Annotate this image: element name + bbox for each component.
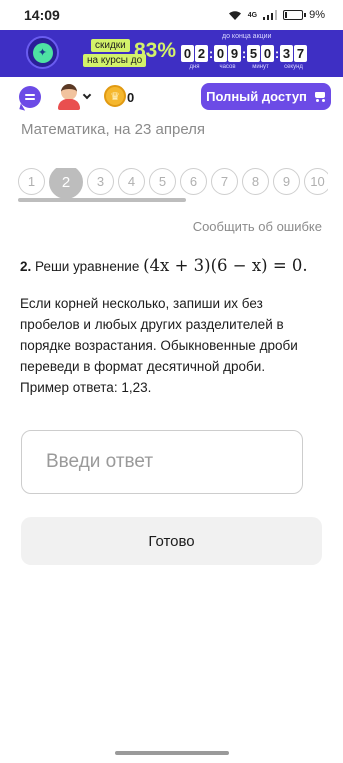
battery-percent: 9% — [309, 9, 325, 21]
full-access-button[interactable]: Полный доступ — [201, 83, 331, 110]
timer-label: дня — [189, 64, 200, 70]
timer-label: секунд — [284, 64, 303, 70]
timer-digit: 2 — [195, 45, 208, 62]
timer-digit: 0 — [181, 45, 194, 62]
timer-seconds: 3 7 секунд — [280, 45, 307, 70]
app-header: ♛ 0 Полный доступ — [0, 79, 343, 115]
question-prompt: Реши уравнение — [35, 259, 140, 274]
status-time: 14:09 — [24, 7, 60, 23]
full-access-label: Полный доступ — [206, 89, 307, 104]
question-instructions: Если корней несколько, запиши их без про… — [20, 296, 298, 395]
wifi-icon — [228, 10, 241, 20]
avatar[interactable] — [57, 84, 81, 110]
question-nav-item[interactable]: 3 — [87, 168, 114, 195]
promo-banner[interactable]: ✦ скидки на курсы до 83% до конца акции … — [0, 30, 343, 77]
timer-digit: 0 — [214, 45, 227, 62]
answer-input[interactable] — [21, 430, 303, 494]
question-nav-item[interactable]: 8 — [242, 168, 269, 195]
timer-days: 0 2 дня — [181, 45, 208, 70]
cart-icon — [313, 91, 326, 102]
report-error-link[interactable]: Сообщить об ошибке — [193, 219, 322, 234]
signal-icon — [263, 10, 278, 20]
countdown-timer: 0 2 дня : 0 9 часов : 5 0 минут : 3 7 се… — [181, 45, 307, 70]
status-icons: 4G 9% — [228, 9, 325, 21]
owl-logo-icon: ✦ — [26, 36, 59, 69]
timer-digit: 3 — [280, 45, 293, 62]
question-nav-item[interactable]: 9 — [273, 168, 300, 195]
network-type-icon: 4G — [247, 11, 258, 19]
battery-icon — [283, 10, 307, 20]
timer-minutes: 5 0 минут — [247, 45, 274, 70]
coin-icon[interactable]: ♛ — [104, 85, 126, 107]
timer-digit: 9 — [228, 45, 241, 62]
page-title: Математика, на 23 апреля — [21, 121, 206, 138]
timer-digit: 0 — [261, 45, 274, 62]
question-nav-item[interactable]: 6 — [180, 168, 207, 195]
question-text: 2. Реши уравнение (4x + 3)(6 − x) = 0. — [20, 256, 322, 277]
status-bar: 14:09 4G 9% — [0, 0, 343, 30]
timer-label: часов — [219, 64, 236, 70]
coin-count: 0 — [127, 90, 135, 105]
question-number: 2. — [20, 259, 32, 274]
question-nav-item[interactable]: 4 — [118, 168, 145, 195]
question-equation: (4x + 3)(6 − x) = 0. — [143, 256, 308, 275]
done-button[interactable]: Готово — [21, 517, 322, 565]
question-nav-item[interactable]: 5 — [149, 168, 176, 195]
timer-digit: 5 — [247, 45, 260, 62]
chat-icon[interactable] — [19, 86, 41, 108]
promo-tag-discounts: скидки — [91, 39, 130, 52]
question-nav-item[interactable]: 1 — [18, 168, 45, 195]
timer-label: минут — [252, 64, 269, 70]
question-nav-scrollbar[interactable] — [18, 198, 186, 202]
question-nav-item[interactable]: 7 — [211, 168, 238, 195]
question-nav-item[interactable]: 10 — [304, 168, 328, 195]
timer-hours: 0 9 часов — [214, 45, 241, 70]
timer-caption: до конца акции — [222, 33, 272, 40]
timer-digit: 7 — [294, 45, 307, 62]
question-nav-item[interactable]: 2 — [49, 168, 83, 199]
promo-percent: 83% — [134, 39, 177, 62]
chevron-down-icon[interactable] — [82, 90, 92, 100]
home-indicator[interactable] — [115, 751, 229, 755]
